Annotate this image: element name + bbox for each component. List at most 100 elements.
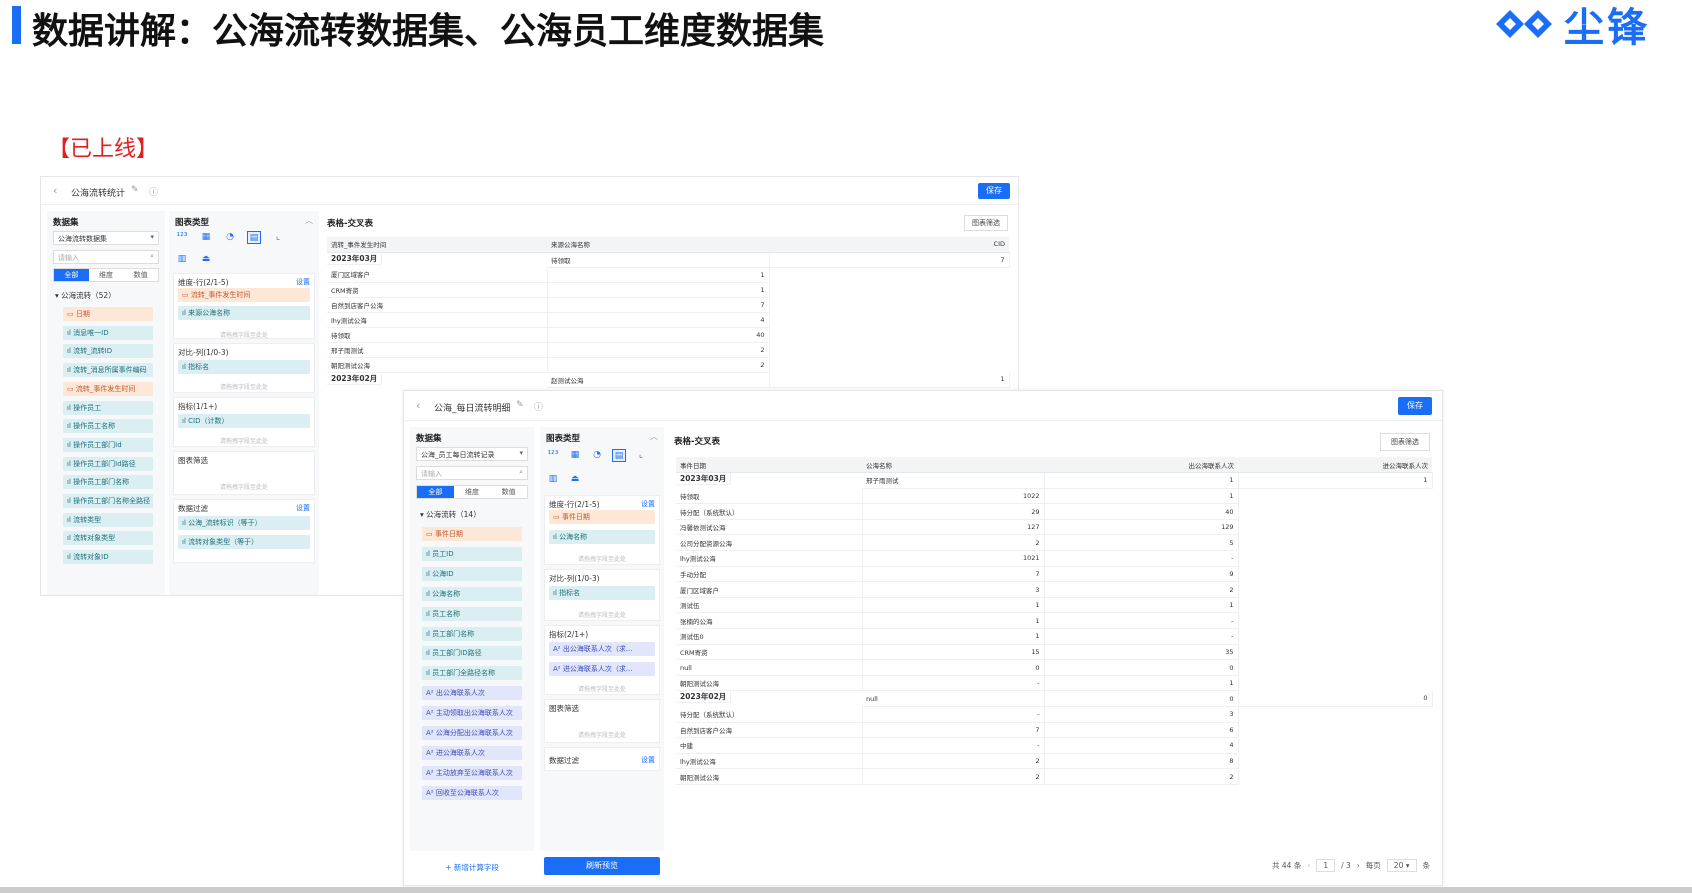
data-filter-settings[interactable]: 设置: [641, 755, 655, 765]
field-item[interactable]: ▭ 事件日期: [549, 510, 655, 524]
table-cell: 2: [862, 534, 1045, 552]
field-item[interactable]: ıl 流转对象类型（等于）: [178, 535, 310, 549]
dimension-row-settings[interactable]: 设置: [641, 499, 655, 509]
bar-chart-icon[interactable]: ▥: [175, 253, 189, 266]
save-button[interactable]: 保存: [978, 183, 1010, 199]
field-item[interactable]: ıl 流转类型: [63, 512, 153, 527]
field-item[interactable]: ıl 流转_消息所属事件编码: [63, 363, 153, 378]
dimension-row-settings[interactable]: 设置: [296, 277, 310, 287]
bar-chart-icon[interactable]: ▥: [546, 473, 560, 486]
field-item[interactable]: ıl 员工部门全路径名称: [422, 666, 522, 681]
field-item[interactable]: ıl 流转_流转ID: [63, 344, 153, 359]
tab-dimension[interactable]: 维度: [89, 269, 124, 281]
edit-icon[interactable]: ✎: [516, 400, 524, 410]
report-name[interactable]: 公海_每日流转明细: [434, 401, 511, 414]
field-item[interactable]: ıl CID（计数）: [178, 414, 310, 428]
field-item[interactable]: ıl 操作员工部门Id: [63, 437, 153, 452]
field-label: 流转对象ID: [73, 553, 109, 562]
field-item[interactable]: ıl 流转对象ID: [63, 550, 153, 565]
field-group-header[interactable]: ▾ 公海流转（52）: [55, 290, 116, 301]
field-item[interactable]: ıl 员工ID: [422, 546, 522, 561]
tab-all[interactable]: 全部: [54, 269, 89, 281]
field-item[interactable]: A² 主动放弃至公海联系人次: [422, 765, 522, 780]
column-header[interactable]: 来源公海名称: [547, 237, 769, 253]
edit-icon[interactable]: ✎: [131, 185, 139, 195]
add-calculated-field-button[interactable]: + 新增计算字段: [410, 857, 534, 879]
field-item[interactable]: ▭ 流转_事件发生时间: [178, 288, 310, 302]
column-header[interactable]: CID: [769, 237, 1009, 253]
column-header[interactable]: 进公海联系人次: [1238, 457, 1432, 474]
back-icon[interactable]: ‹: [416, 399, 420, 412]
field-item[interactable]: ıl 员工名称: [422, 606, 522, 621]
column-header[interactable]: 事件日期: [676, 457, 862, 474]
field-item[interactable]: ıl 指标名: [178, 360, 310, 374]
chart-filter-button[interactable]: 图表筛选: [964, 215, 1008, 231]
collapse-icon[interactable]: ︿: [650, 431, 658, 442]
field-item[interactable]: ▭ 流转_事件发生时间: [63, 381, 153, 396]
field-item[interactable]: A² 主动领取出公海联系人次: [422, 706, 522, 721]
column-header[interactable]: 流转_事件发生时间: [327, 237, 547, 253]
field-item[interactable]: ıl 公海_流转标识（等于）: [178, 516, 310, 530]
table-cell: 待领取: [547, 252, 770, 268]
pie-chart-icon[interactable]: ◔: [223, 231, 237, 244]
field-item[interactable]: A² 进公海联系人次: [422, 745, 522, 760]
field-search-input[interactable]: 请输入 ⌕: [416, 466, 528, 480]
table-cell: 2: [547, 357, 770, 373]
page-number-input[interactable]: 1: [1316, 859, 1336, 872]
field-item[interactable]: ıl 公海名称: [549, 530, 655, 544]
column-header[interactable]: 公海名称: [862, 457, 1044, 474]
field-item[interactable]: ▭ 日期: [63, 307, 153, 321]
field-group-header[interactable]: ▾ 公海流转（14）: [420, 509, 481, 520]
funnel-chart-icon[interactable]: ⏏: [568, 473, 582, 486]
next-page-icon[interactable]: ›: [1357, 861, 1360, 870]
field-item[interactable]: ıl 流转对象类型: [63, 531, 153, 546]
tab-all[interactable]: 全部: [417, 486, 454, 498]
field-item[interactable]: ıl 指标名: [549, 586, 655, 600]
crosstab-chart-icon[interactable]: ▤: [612, 449, 626, 462]
back-icon[interactable]: ‹: [53, 184, 57, 197]
field-item[interactable]: ıl 操作员工部门Id路径: [63, 456, 153, 471]
funnel-chart-icon[interactable]: ⏏: [199, 253, 213, 266]
chevron-down-icon: ▾: [519, 449, 523, 457]
tab-dimension[interactable]: 维度: [454, 486, 491, 498]
dataset-select[interactable]: 公海流转数据集 ▾: [53, 231, 159, 245]
collapse-icon[interactable]: ︿: [305, 215, 313, 226]
column-header[interactable]: 出公海联系人次: [1044, 457, 1238, 474]
field-search-input[interactable]: 请输入 ⌕: [53, 250, 159, 264]
field-item[interactable]: ıl 员工部门名称: [422, 626, 522, 641]
tab-value[interactable]: 数值: [123, 269, 158, 281]
tab-value[interactable]: 数值: [490, 486, 527, 498]
field-item[interactable]: A² 出公海联系人次（求...: [549, 642, 655, 656]
field-item[interactable]: ıl 操作员工: [63, 400, 153, 415]
refresh-preview-button[interactable]: 刷新预览: [544, 857, 660, 875]
field-item[interactable]: A² 出公海联系人次: [422, 686, 522, 701]
field-item[interactable]: ıl 员工部门ID路径: [422, 646, 522, 661]
field-item[interactable]: ıl 公海名称: [422, 586, 522, 601]
prev-page-icon[interactable]: ‹: [1307, 861, 1310, 870]
table-chart-icon[interactable]: ▦: [568, 449, 582, 462]
report-name[interactable]: 公海流转统计: [71, 186, 125, 199]
field-item[interactable]: ıl 操作员工名称: [63, 419, 153, 434]
crosstab-chart-icon[interactable]: ▤: [247, 231, 261, 244]
field-item[interactable]: ıl 操作员工部门名称: [63, 475, 153, 490]
kpi-chart-icon[interactable]: ¹²³: [175, 231, 189, 244]
field-item[interactable]: A² 回收至公海联系人次: [422, 785, 522, 800]
field-item[interactable]: A² 公海分配出公海联系人次: [422, 726, 522, 740]
line-chart-icon[interactable]: ⌞: [271, 231, 285, 244]
field-item[interactable]: ıl 操作员工部门名称全路径: [63, 494, 153, 508]
kpi-chart-icon[interactable]: ¹²³: [546, 449, 560, 462]
calc-icon: A²: [426, 709, 436, 718]
field-item[interactable]: ▭ 事件日期: [422, 527, 522, 541]
field-item[interactable]: ıl 来源公海名称: [178, 306, 310, 320]
field-item[interactable]: ıl 消息唯一ID: [63, 325, 153, 340]
dataset-select[interactable]: 公海_员工每日流转记录 ▾: [416, 447, 528, 461]
table-chart-icon[interactable]: ▦: [199, 231, 213, 244]
save-button[interactable]: 保存: [1398, 397, 1432, 415]
line-chart-icon[interactable]: ⌞: [634, 449, 648, 462]
data-filter-settings[interactable]: 设置: [296, 503, 310, 513]
field-item[interactable]: ıl 公海ID: [422, 566, 522, 581]
per-page-select[interactable]: 20 ▾: [1386, 859, 1417, 872]
chart-filter-button[interactable]: 图表筛选: [1380, 433, 1430, 451]
pie-chart-icon[interactable]: ◔: [590, 449, 604, 462]
field-item[interactable]: A² 进公海联系人次（求...: [549, 662, 655, 676]
